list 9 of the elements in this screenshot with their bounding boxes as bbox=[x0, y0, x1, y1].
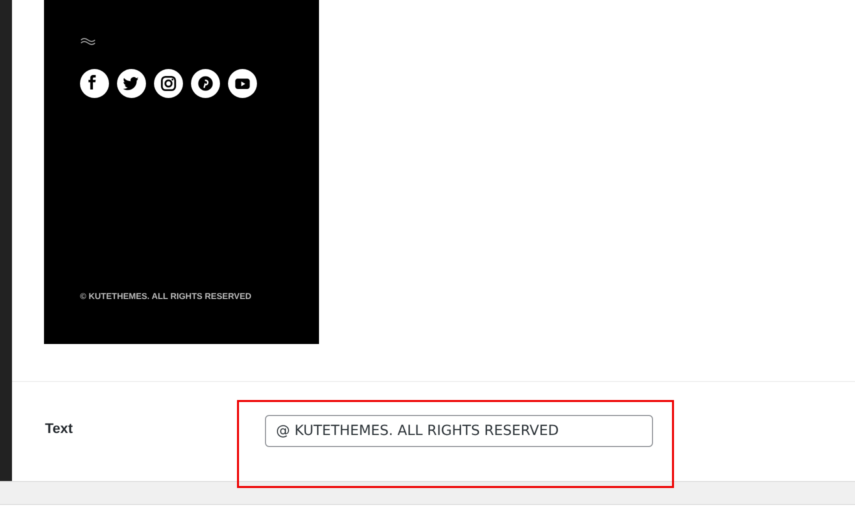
youtube-icon[interactable] bbox=[228, 69, 257, 98]
field-label: Text bbox=[45, 419, 73, 438]
twitter-icon[interactable] bbox=[117, 69, 146, 98]
instagram-icon[interactable] bbox=[154, 69, 183, 98]
facebook-icon[interactable] bbox=[80, 69, 109, 98]
text-input[interactable]: @ KUTETHEMES. ALL RIGHTS RESERVED bbox=[265, 415, 653, 447]
copyright-text: © KUTETHEMES. ALL RIGHTS RESERVED bbox=[80, 290, 252, 303]
wave-logo-icon bbox=[80, 37, 96, 45]
pinterest-icon[interactable] bbox=[191, 69, 220, 98]
